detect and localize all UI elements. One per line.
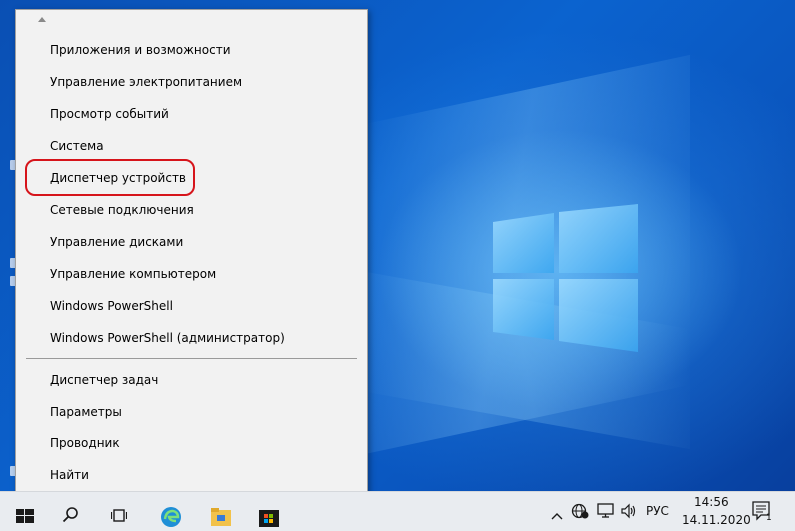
edge-icon[interactable]	[160, 506, 182, 528]
menu-item-apps-features[interactable]: Приложения и возможности	[16, 35, 367, 65]
search-icon[interactable]	[62, 506, 80, 524]
store-icon[interactable]	[259, 507, 279, 527]
display-icon[interactable]	[597, 503, 614, 519]
device-manager-highlight-annotation	[25, 159, 195, 196]
network-icon[interactable]	[571, 503, 589, 519]
menu-item-task-manager[interactable]: Диспетчер задач	[16, 365, 367, 395]
menu-separator	[26, 358, 357, 359]
menu-item-computer-management[interactable]: Управление компьютером	[16, 259, 367, 289]
menu-item-file-explorer[interactable]: Проводник	[16, 428, 367, 458]
clock-time[interactable]: 14:56	[694, 495, 729, 509]
menu-item-power-options[interactable]: Управление электропитанием	[16, 67, 367, 97]
file-explorer-icon[interactable]	[211, 508, 231, 526]
task-view-icon[interactable]	[110, 508, 128, 524]
menu-item-powershell-admin[interactable]: Windows PowerShell (администратор)	[16, 323, 367, 353]
menu-item-event-viewer[interactable]: Просмотр событий	[16, 99, 367, 129]
clock-date[interactable]: 14.11.2020	[682, 513, 751, 527]
chevron-up-icon[interactable]	[551, 506, 563, 520]
menu-item-disk-management[interactable]: Управление дисками	[16, 227, 367, 257]
volume-icon[interactable]	[621, 503, 637, 519]
scroll-up-arrow-icon[interactable]	[38, 17, 46, 22]
menu-item-powershell[interactable]: Windows PowerShell	[16, 291, 367, 321]
winx-context-menu: Приложения и возможности Управление элек…	[15, 9, 368, 512]
menu-item-settings[interactable]: Параметры	[16, 397, 367, 427]
menu-item-search[interactable]: Найти	[16, 460, 367, 490]
menu-item-network-connections[interactable]: Сетевые подключения	[16, 195, 367, 225]
taskbar: РУС 14:56 14.11.2020 1	[0, 491, 795, 531]
windows-start-icon[interactable]	[16, 508, 34, 523]
language-indicator[interactable]: РУС	[646, 504, 669, 518]
menu-item-system[interactable]: Система	[16, 131, 367, 161]
notification-badge: 1	[766, 513, 772, 523]
windows-logo-wallpaper	[493, 204, 638, 352]
